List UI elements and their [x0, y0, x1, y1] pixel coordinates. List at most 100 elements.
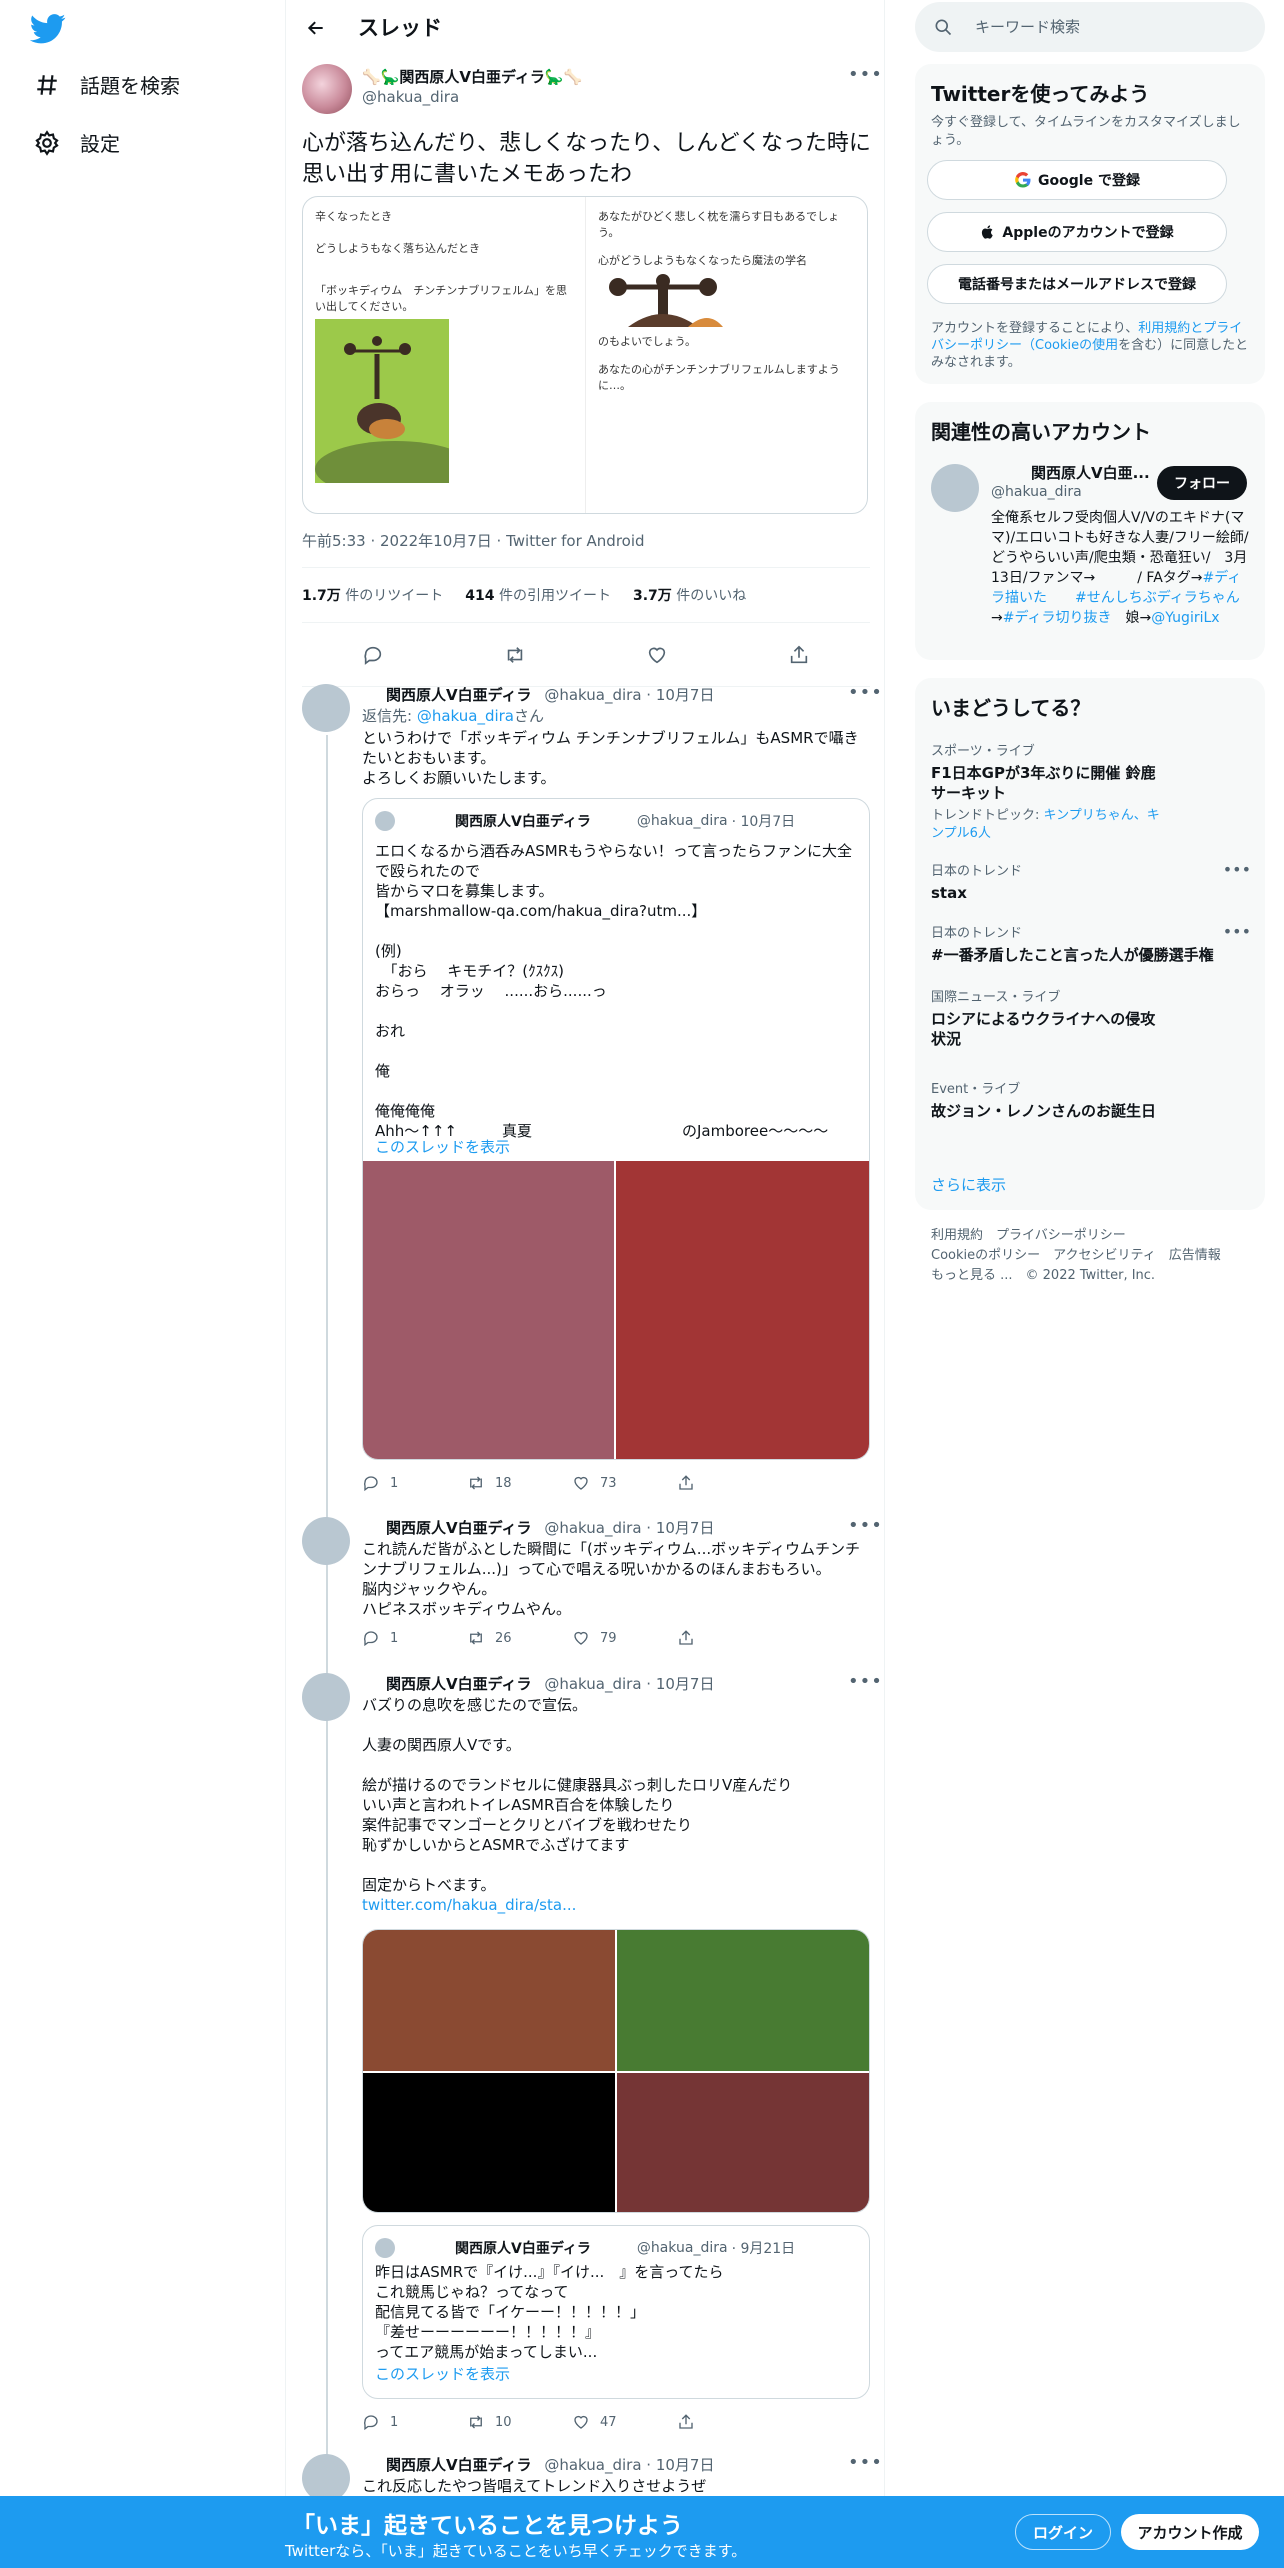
- tweet-date[interactable]: · 10月7日: [646, 2456, 714, 2474]
- like-button[interactable]: 73: [572, 1474, 677, 1492]
- memo-image-left[interactable]: 辛くなったとき どうしようもなく落ち込んだとき 「ボッキディウム チンチンナブリ…: [303, 197, 586, 513]
- quoted-tweet[interactable]: 関西原人V白亜ディラ @hakua_dira · 9月21日 昨日はASMRで『…: [362, 2225, 870, 2399]
- follow-button[interactable]: フォロー: [1157, 466, 1247, 500]
- show-more-link[interactable]: さらに表示: [931, 1174, 1006, 1195]
- retweet-button[interactable]: 10: [467, 2413, 572, 2431]
- retweet-icon[interactable]: [504, 644, 526, 666]
- trend-item[interactable]: 日本のトレンド #一番矛盾したこと言った人が優勝選手権 •••: [931, 922, 1251, 965]
- reply-icon[interactable]: [362, 644, 384, 666]
- author-name[interactable]: 🦴🦕関西原人V白亜ディラ🦕🦴: [362, 66, 582, 87]
- more-options-icon[interactable]: •••: [1223, 922, 1251, 941]
- like-button[interactable]: 47: [572, 2413, 677, 2431]
- trend-item[interactable]: Event・ライブ 故ジョン・レノンさんのお誕生日: [931, 1078, 1251, 1121]
- account-name[interactable]: 関西原人V白亜...: [1031, 462, 1150, 483]
- apple-signup-button[interactable]: Appleのアカウントで登録: [927, 212, 1227, 252]
- reply-tweet[interactable]: 関西原人V白亜ディラ @hakua_dira · 10月7日 ••• バズりの息…: [286, 1671, 886, 2443]
- tweet-media[interactable]: 辛くなったとき どうしようもなく落ち込んだとき 「ボッキディウム チンチンナブリ…: [302, 196, 868, 514]
- author-handle[interactable]: @hakua_dira: [544, 1675, 641, 1693]
- reply-to-handle[interactable]: @hakua_dira: [417, 707, 514, 725]
- more-options-icon[interactable]: •••: [848, 64, 883, 85]
- signup-title: Twitterを使ってみよう: [931, 82, 1150, 106]
- tweet-date[interactable]: · 10月7日: [646, 686, 714, 704]
- tweet-timestamp[interactable]: 午前5:33 · 2022年10月7日 · Twitter for Androi…: [302, 530, 645, 551]
- signup-button[interactable]: アカウント作成: [1121, 2514, 1259, 2550]
- search-bar[interactable]: [915, 2, 1265, 52]
- memo-image-right[interactable]: あなたがひどく悲しく枕を濡らす日もあるでしょう。 心がどうしようもなくなったら魔…: [586, 197, 867, 513]
- retweet-button[interactable]: 18: [467, 1474, 572, 1492]
- media-image[interactable]: [617, 2073, 869, 2212]
- back-button[interactable]: [302, 14, 330, 42]
- trend-item[interactable]: 日本のトレンド stax •••: [931, 860, 1251, 903]
- avatar[interactable]: [931, 464, 979, 512]
- retweet-count[interactable]: 1.7万 件のリツイート: [302, 585, 443, 605]
- avatar[interactable]: [302, 2454, 350, 2502]
- account-handle[interactable]: @hakua_dira: [991, 484, 1082, 500]
- share-icon[interactable]: [788, 644, 810, 666]
- reply-header: 関西原人V白亜ディラ @hakua_dira · 10月7日: [362, 1517, 714, 1538]
- quote-count[interactable]: 414 件の引用ツイート: [465, 585, 611, 605]
- quoted-tweet[interactable]: 関西原人V白亜ディラ @hakua_dira · 10月7日 エロくなるから酒呑…: [362, 798, 870, 1460]
- author-name[interactable]: 関西原人V白亜ディラ: [386, 2456, 532, 2474]
- more-options-icon[interactable]: •••: [848, 2452, 883, 2473]
- more-options-icon[interactable]: •••: [848, 1671, 883, 1692]
- reply-button[interactable]: 1: [362, 2413, 467, 2431]
- share-button[interactable]: [677, 1474, 782, 1492]
- reply-tweet[interactable]: 関西原人V白亜ディラ @hakua_dira · 10月7日 ••• これ反応し…: [286, 2452, 886, 2502]
- share-button[interactable]: [677, 2413, 782, 2431]
- footer-line[interactable]: Cookieのポリシー アクセシビリティ 広告情報: [931, 1246, 1251, 1266]
- avatar[interactable]: [302, 1517, 350, 1565]
- heart-icon[interactable]: [646, 644, 668, 666]
- author-name[interactable]: 関西原人V白亜ディラ: [386, 1675, 532, 1693]
- author-handle[interactable]: @hakua_dira: [544, 1519, 641, 1537]
- memo-line: あなたがひどく悲しく枕を濡らす日もあるでしょう。: [598, 210, 840, 239]
- media-image[interactable]: [363, 1161, 614, 1459]
- media-image[interactable]: [363, 2073, 615, 2212]
- show-thread-link[interactable]: このスレッドを表示: [375, 1137, 859, 1157]
- tweet-date[interactable]: · 10月7日: [646, 1675, 714, 1693]
- mention-link[interactable]: @YugiriLx: [1151, 610, 1219, 626]
- like-button[interactable]: 79: [572, 1629, 677, 1647]
- footer-line[interactable]: もっと見る ... © 2022 Twitter, Inc.: [931, 1266, 1251, 1286]
- trend-item[interactable]: 国際ニュース・ライブ ロシアによるウクライナへの侵攻状況: [931, 986, 1251, 1049]
- media-image[interactable]: [616, 1161, 869, 1459]
- trend-title: F1日本GPが3年ぶりに開催 鈴鹿サーキット: [931, 764, 1156, 802]
- show-thread-link[interactable]: このスレッドを表示: [375, 2364, 859, 2384]
- author-handle[interactable]: @hakua_dira: [362, 88, 459, 106]
- retweet-button[interactable]: 26: [467, 1629, 572, 1647]
- search-input[interactable]: [975, 18, 1245, 36]
- tweet-date[interactable]: · 10月7日: [646, 1519, 714, 1537]
- thread-header: スレッド: [286, 0, 886, 54]
- more-options-icon[interactable]: •••: [1223, 860, 1251, 879]
- trend-item[interactable]: スポーツ・ライブ F1日本GPが3年ぶりに開催 鈴鹿サーキット トレンドトピック…: [931, 740, 1251, 843]
- more-options-icon[interactable]: •••: [848, 1515, 883, 1536]
- footer-line[interactable]: 利用規約 プライバシーポリシー: [931, 1226, 1251, 1246]
- author-handle[interactable]: @hakua_dira: [544, 2456, 641, 2474]
- avatar[interactable]: [302, 64, 352, 114]
- google-signup-button[interactable]: Google で登録: [927, 160, 1227, 200]
- reply-button[interactable]: 1: [362, 1474, 467, 1492]
- author-name[interactable]: 関西原人V白亜ディラ: [386, 1519, 532, 1537]
- nav-settings[interactable]: 設定: [34, 128, 120, 157]
- more-options-icon[interactable]: •••: [848, 682, 883, 703]
- author-name[interactable]: 関西原人V白亜ディラ: [386, 686, 532, 704]
- hashtag-link[interactable]: #ディラ切り抜き: [1003, 610, 1112, 626]
- retweet-icon: [470, 2415, 482, 2429]
- share-button[interactable]: [677, 1629, 782, 1647]
- author-handle[interactable]: @hakua_dira: [544, 686, 641, 704]
- reply-tweet[interactable]: 関西原人V白亜ディラ @hakua_dira · 10月7日 ••• これ読んだ…: [286, 1515, 886, 1667]
- tweet-link[interactable]: twitter.com/hakua_dira/sta...: [362, 1895, 872, 1915]
- nav-explore[interactable]: 話題を検索: [34, 70, 180, 99]
- avatar[interactable]: [302, 1673, 350, 1721]
- media-image[interactable]: [363, 1930, 615, 2071]
- hashtag-link[interactable]: #せんしちぶディラちゃん: [1075, 590, 1240, 606]
- reply-tweet[interactable]: 関西原人V白亜ディラ @hakua_dira · 10月7日 ••• 返信先: …: [286, 682, 886, 1504]
- twitter-logo-icon[interactable]: [30, 14, 66, 44]
- media-image[interactable]: [617, 1930, 869, 2071]
- login-button[interactable]: ログイン: [1015, 2514, 1111, 2550]
- reply-button[interactable]: 1: [362, 1629, 467, 1647]
- like-count[interactable]: 3.7万 件のいいね: [633, 585, 746, 605]
- tweet-text: というわけで「ボッキディウム チンチンナブリフェルム」もASMRで囁きたいとおも…: [362, 729, 859, 787]
- avatar[interactable]: [302, 684, 350, 732]
- phone-email-signup-button[interactable]: 電話番号またはメールアドレスで登録: [927, 264, 1227, 304]
- tweet-date: · 10月7日: [731, 814, 796, 830]
